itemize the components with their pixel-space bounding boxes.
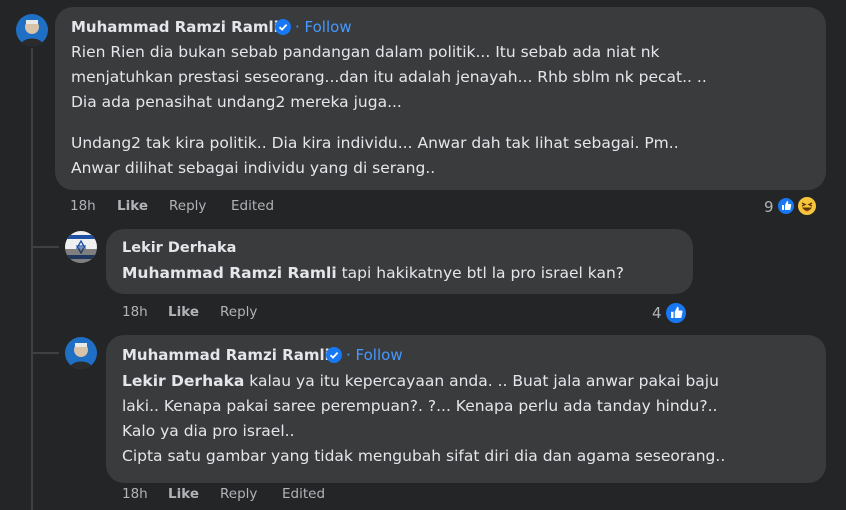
like-icon[interactable] — [664, 301, 688, 325]
comment-text-line: Kalo ya dia pro israel.. — [122, 422, 295, 440]
follow-link[interactable]: · Follow — [295, 18, 352, 36]
comment-text-line: laki.. Kenapa pakai saree perempuan?. ?.… — [122, 397, 718, 415]
comment-time[interactable]: 18h — [122, 486, 148, 502]
comment-text-line: Undang2 tak kira politik.. Dia kira indi… — [71, 134, 679, 152]
comment-text-line: menjatuhkan prestasi seseorang...dan itu… — [71, 68, 707, 86]
comment-text-line: Dia ada penasihat undang2 mereka juga... — [71, 93, 402, 111]
comment-time[interactable]: 18h — [122, 304, 148, 320]
comment-author[interactable]: Muhammad Ramzi Ramli — [122, 346, 330, 364]
avatar[interactable] — [16, 14, 48, 46]
follow-link[interactable]: · Follow — [346, 346, 403, 364]
comment-time[interactable]: 18h — [70, 198, 96, 214]
comment-text-body: tapi hakikatnye btl la pro israel kan? — [341, 264, 625, 282]
comment-author[interactable]: Muhammad Ramzi Ramli — [71, 18, 279, 36]
edited-label: Edited — [282, 486, 326, 502]
verified-badge-icon — [275, 19, 291, 35]
comment-author[interactable]: Lekir Derhaka — [122, 240, 236, 256]
mention-link[interactable]: Muhammad Ramzi Ramli — [122, 264, 337, 282]
edited-label: Edited — [231, 198, 275, 214]
like-button[interactable]: Like — [168, 304, 199, 320]
verified-badge-icon — [326, 347, 342, 363]
reaction-count[interactable]: 9 — [764, 198, 774, 216]
like-button[interactable]: Like — [117, 198, 148, 214]
comment-text-line: Cipta satu gambar yang tidak mengubah si… — [122, 447, 726, 465]
reply-button[interactable]: Reply — [169, 198, 206, 214]
reply-button[interactable]: Reply — [220, 486, 257, 502]
haha-icon[interactable] — [796, 195, 818, 217]
comment-text-line: Rien Rien dia bukan sebab pandangan dala… — [71, 43, 660, 61]
reaction-count[interactable]: 4 — [652, 304, 662, 322]
avatar[interactable] — [65, 337, 97, 369]
comment-text: Muhammad Ramzi Ramli tapi hakikatnye btl… — [122, 261, 624, 285]
like-icon[interactable] — [776, 196, 796, 216]
thread-branch — [31, 246, 59, 248]
reply-button[interactable]: Reply — [220, 304, 257, 320]
comment-text-line: Anwar dilihat sebagai individu yang di s… — [71, 159, 436, 177]
like-button[interactable]: Like — [168, 486, 199, 502]
thread-line — [31, 48, 33, 510]
avatar[interactable] — [65, 231, 97, 263]
thread-branch — [31, 352, 59, 354]
comment-text-body: kalau ya itu kepercayaan anda. .. Buat j… — [249, 372, 719, 390]
mention-link[interactable]: Lekir Derhaka — [122, 372, 244, 390]
comment-text-line: Lekir Derhaka kalau ya itu kepercayaan a… — [122, 369, 719, 393]
